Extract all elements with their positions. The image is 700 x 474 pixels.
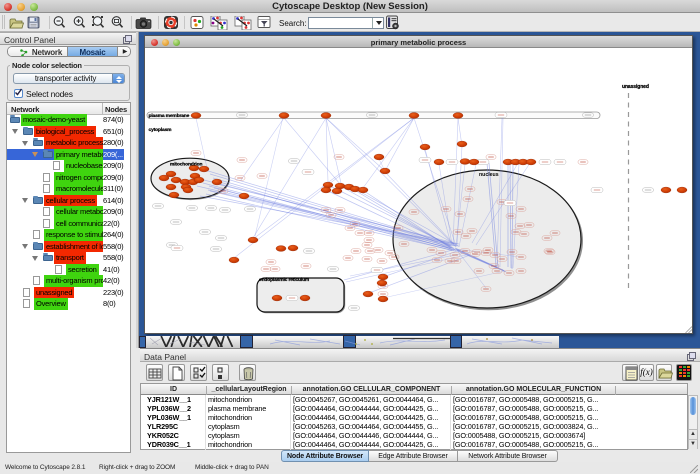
svg-text:unassigned: unassigned <box>622 84 649 90</box>
svg-text:mitochondrion: mitochondrion <box>170 162 202 168</box>
svg-text:cytoplasm: cytoplasm <box>149 127 173 133</box>
svg-text:plasma membrane: plasma membrane <box>149 113 190 119</box>
svg-text:endoplasmic reticulum: endoplasmic reticulum <box>259 277 310 283</box>
svg-text:nucleus: nucleus <box>479 172 499 178</box>
